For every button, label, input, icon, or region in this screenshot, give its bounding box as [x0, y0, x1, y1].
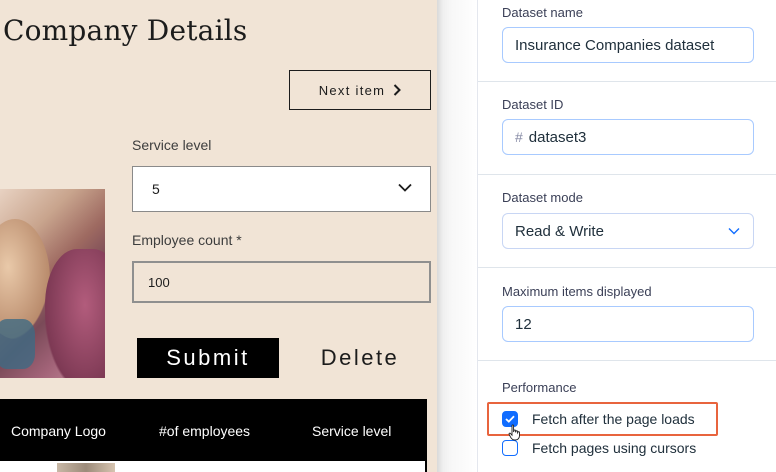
hand-pointer-icon: [508, 424, 520, 441]
dataset-name-input[interactable]: Insurance Companies dataset: [502, 27, 754, 63]
employee-count-label: Employee count *: [132, 232, 242, 248]
next-item-label: Next item: [318, 82, 386, 98]
employee-count-input[interactable]: 100: [132, 261, 431, 303]
dataset-mode-value: Read & Write: [515, 222, 604, 240]
fetch-using-cursors-label: Fetch pages using cursors: [532, 440, 697, 456]
chevron-down-icon: [398, 183, 412, 192]
max-items-value: 12: [515, 315, 532, 333]
dataset-id-label: Dataset ID: [502, 97, 564, 112]
delete-button[interactable]: Delete: [300, 338, 420, 378]
dataset-id-input[interactable]: # dataset3: [502, 119, 754, 155]
dataset-mode-label: Dataset mode: [502, 190, 583, 205]
fetch-after-load-label: Fetch after the page loads: [532, 411, 695, 427]
max-items-label: Maximum items displayed: [502, 284, 652, 299]
service-level-select[interactable]: 5: [132, 166, 431, 212]
table-row[interactable]: [0, 461, 427, 472]
dataset-id-value: dataset3: [528, 128, 587, 146]
dataset-settings-panel: Dataset name Insurance Companies dataset…: [477, 0, 776, 472]
dataset-id-section: Dataset ID # dataset3: [478, 82, 776, 175]
max-items-section: Maximum items displayed 12: [478, 268, 776, 361]
company-logo-thumbnail: [57, 463, 115, 472]
column-header-employees: #of employees: [159, 423, 251, 439]
performance-label: Performance: [502, 380, 577, 395]
company-photo: [0, 189, 105, 378]
checkbox-unchecked-icon[interactable]: [502, 440, 518, 456]
service-level-value: 5: [152, 181, 160, 197]
employee-count-value: 100: [148, 274, 170, 290]
dataset-mode-section: Dataset mode Read & Write: [478, 175, 776, 268]
dataset-name-value: Insurance Companies dataset: [515, 36, 715, 54]
site-canvas: Company Details Next item Service level …: [0, 0, 437, 472]
fetch-using-cursors-checkbox[interactable]: Fetch pages using cursors: [502, 440, 696, 456]
page-title: Company Details: [3, 14, 248, 47]
column-header-logo: Company Logo: [11, 423, 106, 439]
dataset-name-section: Dataset name Insurance Companies dataset: [478, 0, 776, 82]
service-level-label: Service level: [132, 137, 212, 153]
max-items-input[interactable]: 12: [502, 306, 754, 342]
submit-button[interactable]: Submit: [137, 338, 279, 378]
fetch-after-load-checkbox[interactable]: Fetch after the page loads: [502, 411, 695, 427]
table-header: Company Logo #of employees Service level: [0, 399, 427, 461]
next-item-button[interactable]: Next item: [289, 70, 431, 110]
chevron-right-icon: [394, 84, 402, 96]
column-header-service-level: Service level: [312, 423, 392, 439]
dataset-name-label: Dataset name: [502, 5, 583, 20]
dataset-mode-dropdown[interactable]: Read & Write: [502, 213, 754, 249]
hash-icon: #: [515, 129, 523, 145]
canvas-shadow: [437, 0, 477, 472]
chevron-down-icon: [728, 228, 740, 235]
